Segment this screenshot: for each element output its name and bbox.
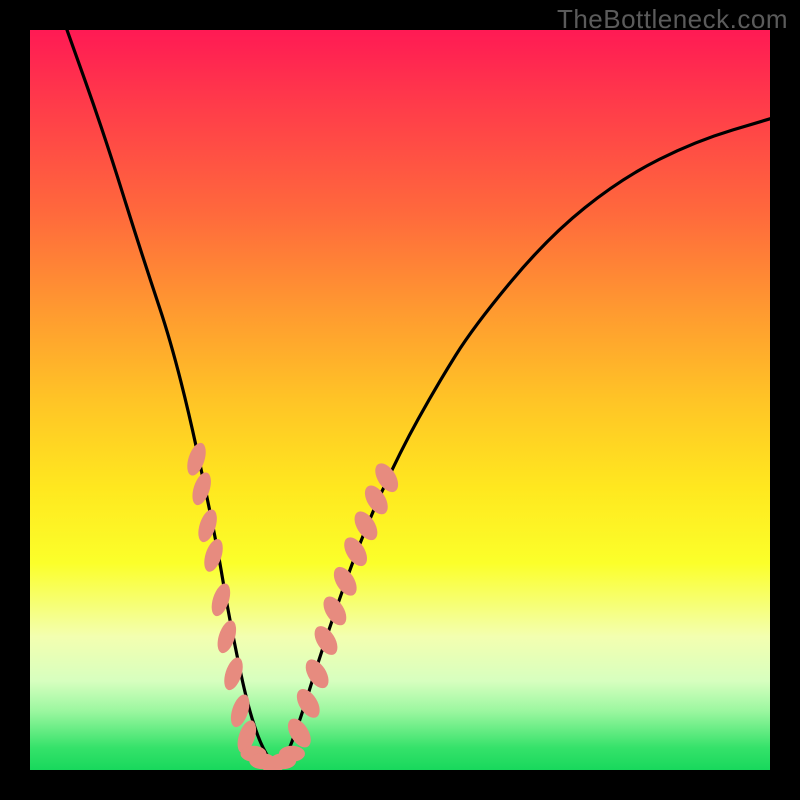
bottleneck-curve xyxy=(67,30,770,764)
chart-frame: TheBottleneck.com xyxy=(0,0,800,800)
curve-dot xyxy=(189,470,215,507)
curve-dots xyxy=(184,441,403,770)
curve-dot xyxy=(279,746,305,762)
curve-dot xyxy=(310,622,342,659)
curve-dot xyxy=(184,441,210,478)
plot-area xyxy=(30,30,770,770)
curve-dot xyxy=(201,537,227,574)
curve-dot xyxy=(329,563,361,600)
watermark-text: TheBottleneck.com xyxy=(557,4,788,35)
chart-svg xyxy=(30,30,770,770)
curve-dot xyxy=(319,593,351,630)
bottleneck-curve-path xyxy=(67,30,770,764)
